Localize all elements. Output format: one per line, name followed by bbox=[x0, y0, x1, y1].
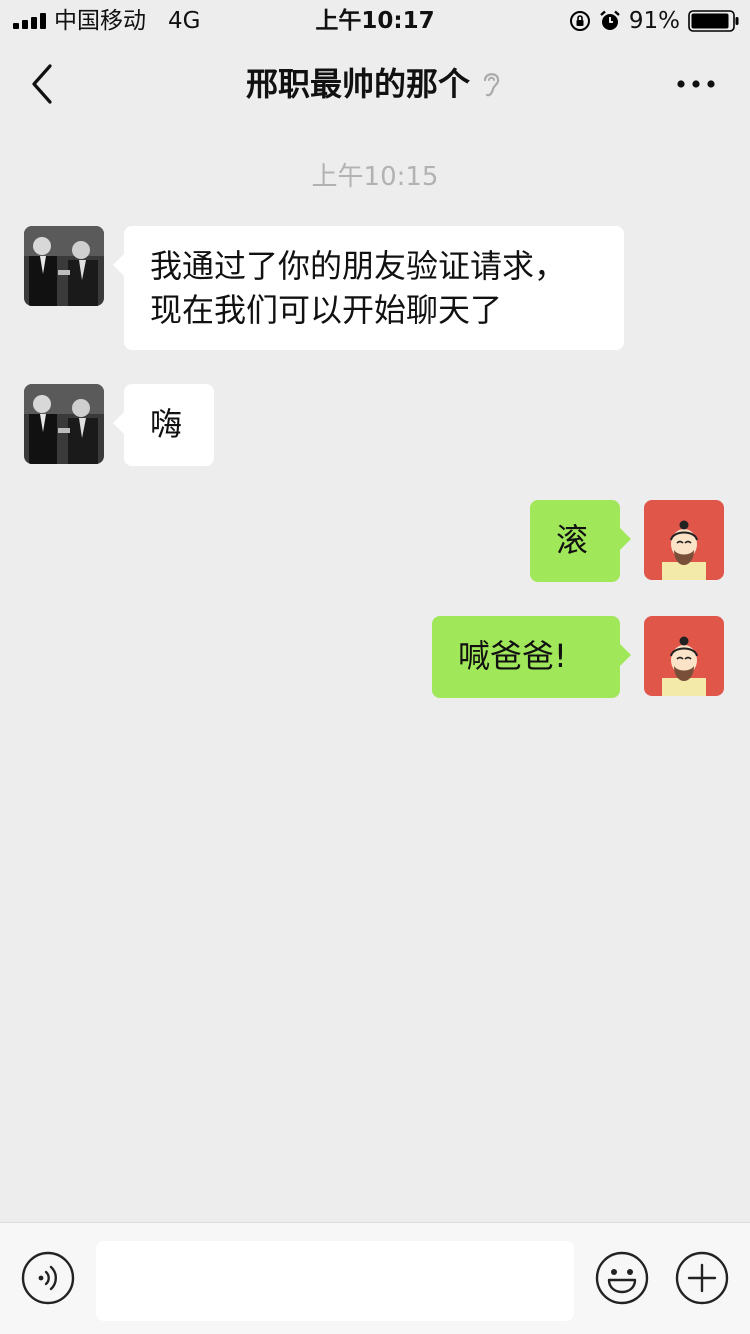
message-line: 现在我们可以开始聊天了 bbox=[150, 291, 503, 329]
voice-icon[interactable] bbox=[21, 1251, 75, 1305]
ear-icon bbox=[483, 73, 500, 97]
message-input[interactable] bbox=[96, 1241, 574, 1321]
input-bar bbox=[0, 1222, 750, 1334]
status-bar: 中国移动 4G 上午10:17 91% bbox=[0, 0, 750, 42]
my-avatar[interactable] bbox=[644, 500, 724, 580]
chat-title: 邢职最帅的那个 bbox=[245, 65, 470, 103]
battery-icon bbox=[688, 10, 739, 32]
battery-percent: 91% bbox=[628, 8, 680, 34]
chat-timestamp: 上午10:15 bbox=[311, 162, 439, 192]
nav-bar: 邢职最帅的那个 bbox=[0, 42, 750, 128]
message-bubble[interactable]: 滚 bbox=[530, 500, 631, 582]
message-bubble[interactable]: 我通过了你的朋友验证请求， 现在我们可以开始聊天了 bbox=[113, 226, 624, 350]
alarm-icon bbox=[600, 10, 620, 30]
message-line: 我通过了你的朋友验证请求， bbox=[150, 247, 567, 285]
orientation-lock-icon bbox=[569, 11, 590, 31]
more-dots-icon[interactable] bbox=[676, 78, 716, 90]
message-bubble[interactable]: 嗨 bbox=[113, 384, 214, 466]
contact-avatar[interactable] bbox=[24, 384, 104, 464]
contact-avatar[interactable] bbox=[24, 226, 104, 306]
plus-icon[interactable] bbox=[675, 1251, 729, 1305]
emoji-icon[interactable] bbox=[595, 1251, 649, 1305]
my-avatar[interactable] bbox=[644, 616, 724, 696]
message-bubble[interactable]: 喊爸爸! bbox=[432, 616, 631, 698]
